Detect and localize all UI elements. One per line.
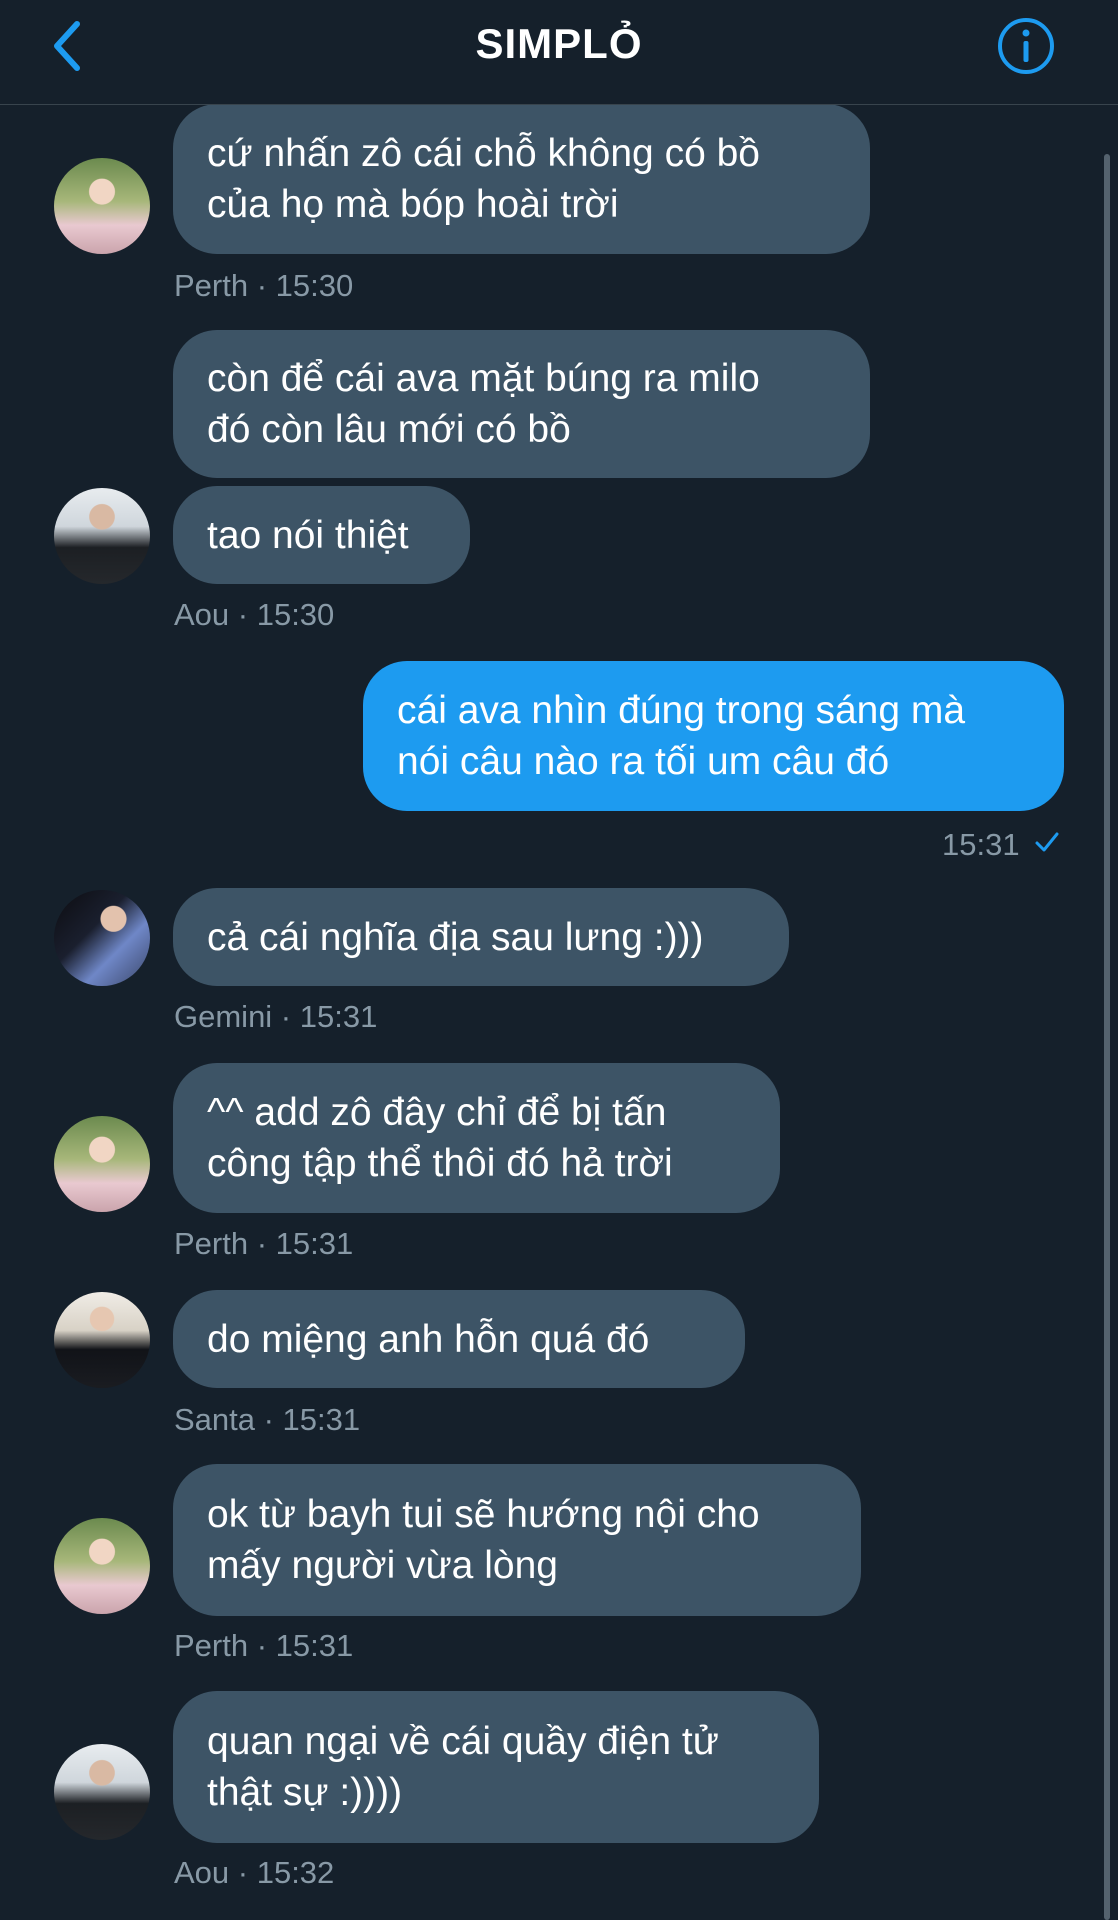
message-text: cái ava nhìn đúng trong sáng mà	[397, 689, 966, 732]
message-bubble[interactable]: ^^ add zô đây chỉ để bị tấn công tập thể…	[173, 1063, 780, 1213]
message-text: đó còn lâu mới có bồ	[207, 408, 571, 451]
message-bubble[interactable]: cả cái nghĩa địa sau lưng :)))	[173, 888, 789, 986]
avatar-perth[interactable]	[54, 1116, 150, 1212]
avatar-aou[interactable]	[54, 488, 150, 584]
message-meta: Aou · 15:32	[174, 1855, 335, 1890]
message-bubble[interactable]: tao nói thiệt	[173, 486, 470, 584]
message-text: tao nói thiệt	[207, 513, 409, 557]
message-bubble[interactable]: cứ nhấn zô cái chỗ không có bồ của họ mà…	[173, 104, 870, 254]
checkmark-icon	[1035, 832, 1059, 852]
message-text: thật sự :))))	[207, 1771, 403, 1814]
message-text: quan ngại về cái quầy điện tử	[207, 1720, 719, 1763]
message-bubble[interactable]: quan ngại về cái quầy điện tử thật sự :)…	[173, 1691, 819, 1843]
message-meta: Aou · 15:30	[174, 597, 335, 632]
message-meta: 15:31	[942, 827, 1020, 862]
message-text: do miệng anh hỗn quá đó	[207, 1317, 650, 1361]
message-text: ^^ add zô đây chỉ để bị tấn	[207, 1091, 667, 1134]
info-circle-icon	[998, 18, 1054, 74]
message-text: nói câu nào ra tối um câu đó	[397, 740, 890, 783]
message-bubble-outgoing[interactable]: cái ava nhìn đúng trong sáng mà nói câu …	[363, 661, 1064, 811]
avatar-santa[interactable]	[54, 1292, 150, 1388]
scrollbar[interactable]	[1104, 154, 1110, 1920]
message-bubble[interactable]: ok từ bayh tui sẽ hướng nội cho mấy ngườ…	[173, 1464, 861, 1616]
message-list[interactable]: cứ nhấn zô cái chỗ không có bồ của họ mà…	[0, 104, 1118, 1920]
message-text: ok từ bayh tui sẽ hướng nội cho	[207, 1493, 760, 1536]
message-bubble[interactable]: do miệng anh hỗn quá đó	[173, 1290, 745, 1388]
message-text: cả cái nghĩa địa sau lưng :)))	[207, 915, 704, 959]
info-button[interactable]	[996, 16, 1056, 76]
message-meta: Santa · 15:31	[174, 1402, 361, 1437]
message-text: công tập thể thôi đó hả trời	[207, 1142, 673, 1185]
conversation-title[interactable]: SIMPLỎ	[0, 16, 1118, 72]
chat-header: SIMPLỎ	[0, 0, 1118, 105]
message-meta: Gemini · 15:31	[174, 999, 378, 1034]
avatar-perth[interactable]	[54, 1518, 150, 1614]
avatar-perth[interactable]	[54, 158, 150, 254]
message-text: mấy người vừa lòng	[207, 1544, 558, 1587]
message-bubble[interactable]: còn để cái ava mặt búng ra milo đó còn l…	[173, 330, 870, 478]
message-meta: Perth · 15:31	[174, 1628, 354, 1663]
message-meta: Perth · 15:31	[174, 1226, 354, 1261]
message-meta: Perth · 15:30	[174, 268, 354, 303]
message-text: cứ nhấn zô cái chỗ không có bồ	[207, 132, 760, 175]
message-text: của họ mà bóp hoài trời	[207, 183, 619, 226]
avatar-gemini[interactable]	[54, 890, 150, 986]
message-text: còn để cái ava mặt búng ra milo	[207, 357, 760, 400]
avatar-aou[interactable]	[54, 1744, 150, 1840]
